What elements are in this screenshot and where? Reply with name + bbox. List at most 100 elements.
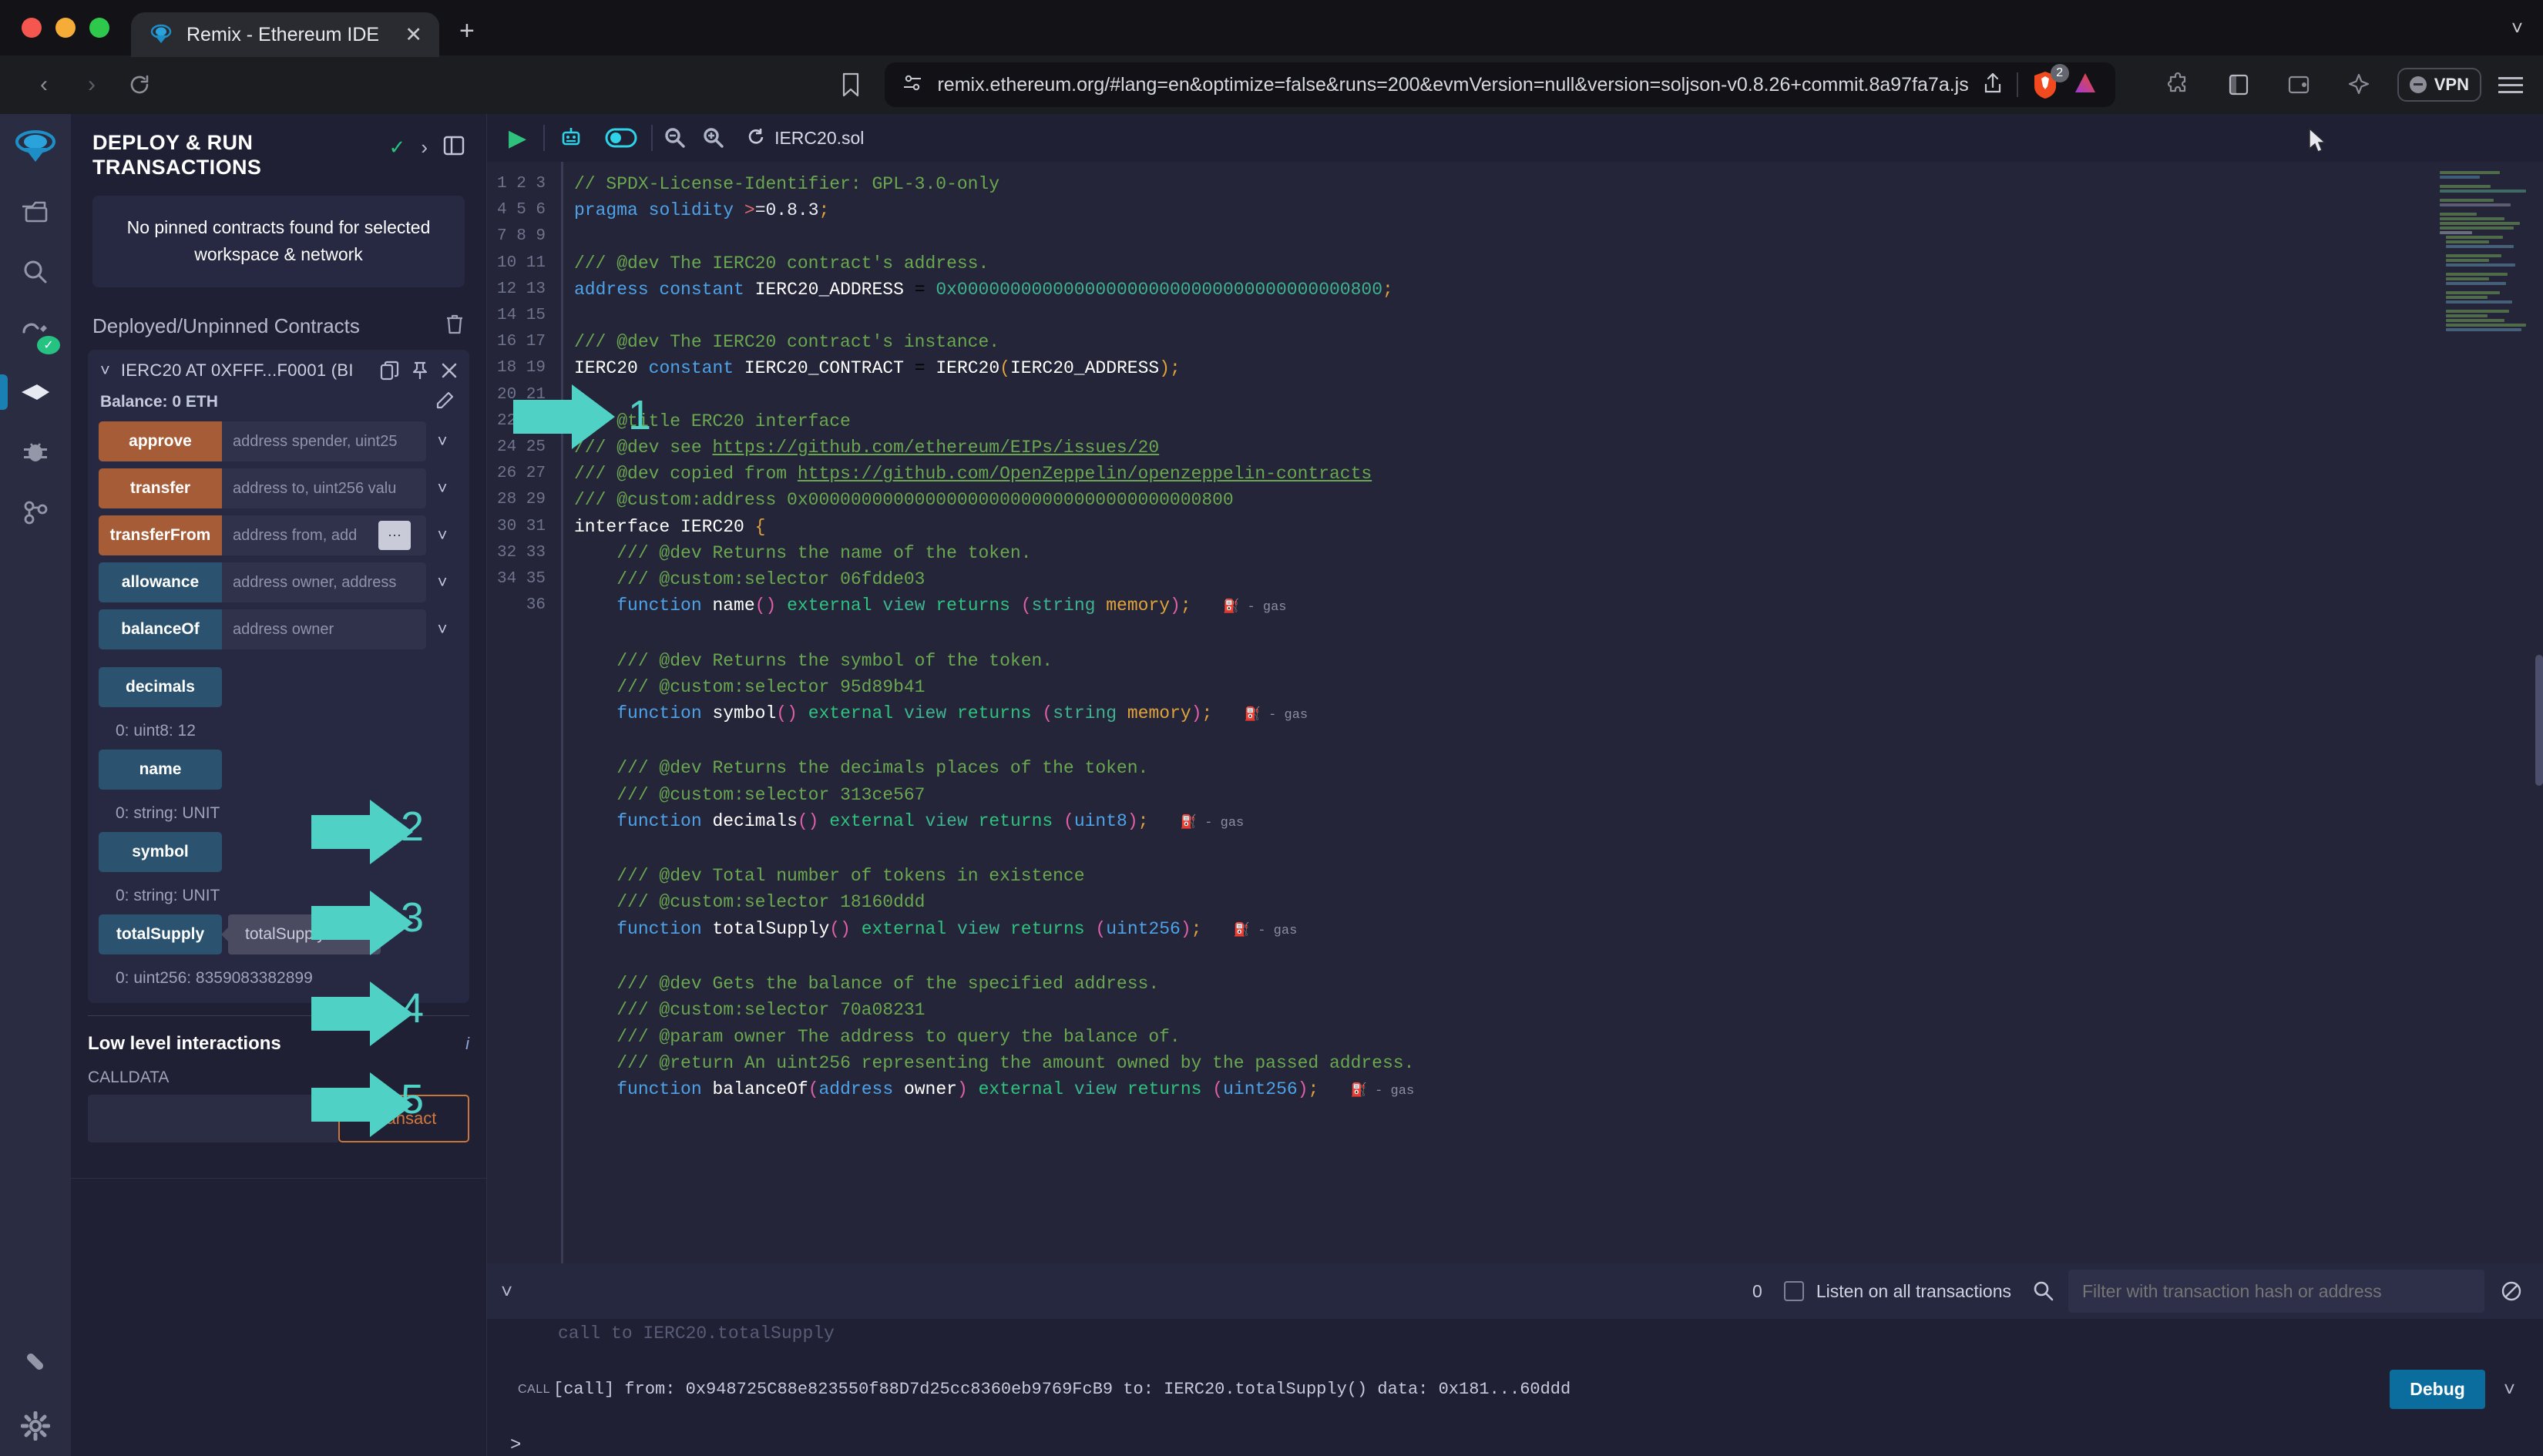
chevron-down-icon[interactable]: ˅	[426, 468, 459, 508]
editor-scrollbar[interactable]	[2535, 655, 2543, 786]
url-text: remix.ethereum.org/#lang=en&optimize=fal…	[937, 73, 1969, 96]
run-script-icon[interactable]: ▶	[504, 125, 540, 152]
listen-all-checkbox[interactable]	[1783, 1281, 1804, 1301]
sidebar-item-deploy-run[interactable]	[0, 362, 71, 422]
remix-logo-icon	[148, 22, 174, 48]
back-button[interactable]: ‹	[20, 61, 68, 109]
zoom-in-icon[interactable]	[694, 126, 733, 149]
sidebar-item-plugin-manager[interactable]	[0, 1336, 71, 1396]
forward-button[interactable]: ›	[68, 61, 116, 109]
allowance-button[interactable]: allowance	[99, 562, 222, 602]
transaction-filter-input[interactable]	[2068, 1270, 2484, 1313]
chevron-down-icon[interactable]: ˅	[426, 562, 459, 602]
sidebar-item-file-explorer[interactable]	[0, 182, 71, 242]
close-contract-icon[interactable]	[440, 361, 459, 380]
balanceof-button[interactable]: balanceOf	[99, 609, 222, 649]
minimize-window-button[interactable]	[55, 18, 76, 38]
browser-tab[interactable]: Remix - Ethereum IDE ✕	[131, 12, 439, 57]
browser-tab-title: Remix - Ethereum IDE	[186, 23, 380, 45]
totalsupply-button[interactable]: totalSupply	[99, 914, 222, 954]
chevron-down-icon[interactable]: ˅	[426, 609, 459, 649]
browser-menu-icon[interactable]	[2498, 76, 2523, 93]
terminal-transaction-row[interactable]: CALL [call] from: 0x948725C88e823550f88D…	[507, 1344, 2523, 1409]
name-button[interactable]: name	[99, 750, 222, 790]
sidebar-item-search[interactable]	[0, 242, 71, 302]
decimals-button[interactable]: decimals	[99, 667, 222, 707]
line-number-gutter: 1 2 3 4 5 6 7 8 9 10 11 12 13 14 15 16 1…	[487, 162, 561, 1263]
maximize-window-button[interactable]	[89, 18, 109, 38]
terminal-prompt[interactable]: >	[507, 1409, 2523, 1456]
brave-shields-icon[interactable]: 2	[2032, 64, 2069, 99]
info-icon[interactable]: i	[465, 1034, 469, 1054]
sidebar-item-settings[interactable]	[0, 1396, 71, 1456]
annotation-number-4: 4	[401, 985, 425, 1032]
approve-button[interactable]: approve	[99, 421, 222, 461]
panel-header-actions: ✓ ›	[389, 131, 465, 159]
code-minimap[interactable]	[2435, 162, 2543, 1263]
listen-all-label: Listen on all transactions	[1816, 1280, 2011, 1301]
address-bar[interactable]: remix.ethereum.org/#lang=en&optimize=fal…	[885, 62, 2115, 107]
chevron-down-icon[interactable]: ˅	[426, 515, 459, 555]
balanceof-input[interactable]: address owner	[222, 609, 426, 649]
debug-button[interactable]: Debug	[2390, 1370, 2485, 1409]
page-title: DEPLOY & RUN TRANSACTIONS	[92, 131, 262, 179]
transferfrom-input[interactable]: address from, add ⋯	[222, 515, 426, 555]
trash-icon[interactable]	[445, 314, 465, 339]
wallet-icon[interactable]	[2277, 63, 2320, 106]
copilot-robot-icon[interactable]	[548, 126, 594, 150]
chevron-right-icon[interactable]: ›	[421, 136, 428, 159]
layout-panel-icon[interactable]	[443, 136, 465, 159]
bookmark-icon[interactable]	[829, 63, 872, 106]
edit-icon[interactable]	[435, 390, 455, 414]
collapse-terminal-icon[interactable]: ˅	[501, 1280, 528, 1303]
allowance-input[interactable]: address owner, address	[222, 562, 426, 602]
leo-ai-icon[interactable]	[2337, 63, 2380, 106]
transfer-input[interactable]: address to, uint256 valu	[222, 468, 426, 508]
annotation-number-2: 2	[401, 803, 425, 850]
reload-button[interactable]	[116, 61, 163, 109]
tabstrip-actions: ˅	[2511, 0, 2543, 55]
contract-header[interactable]: ˅ IERC20 AT 0XFFF...F0001 (BI	[88, 361, 469, 381]
terminal-panel: ˅ 0 Listen on all transactions call to I…	[487, 1263, 2543, 1456]
divider	[651, 125, 653, 151]
zoom-out-icon[interactable]	[656, 126, 694, 149]
remix-app: ✓ DEPLOY & RUN TRANSACTIONS ✓ › No pinne…	[0, 114, 2543, 1456]
symbol-button[interactable]: symbol	[99, 832, 222, 872]
code-content[interactable]: // SPDX-License-Identifier: GPL-3.0-only…	[563, 162, 2543, 1263]
clear-terminal-icon[interactable]	[2484, 1280, 2523, 1303]
close-icon[interactable]: ✕	[405, 24, 422, 45]
sidebar-toggle-icon[interactable]	[2217, 63, 2260, 106]
brave-rewards-icon[interactable]	[2072, 70, 2098, 100]
sync-file-icon[interactable]	[733, 127, 774, 149]
transfer-button[interactable]: transfer	[99, 468, 222, 508]
copy-icon[interactable]	[380, 361, 400, 381]
window-controls[interactable]	[22, 0, 131, 55]
extensions-icon[interactable]	[2157, 63, 2200, 106]
new-tab-button[interactable]: +	[459, 16, 475, 46]
chevron-down-icon[interactable]: ˅	[2511, 16, 2523, 40]
calldata-input[interactable]	[88, 1095, 338, 1142]
terminal-body[interactable]: call to IERC20.totalSupply CALL [call] f…	[487, 1319, 2543, 1456]
pin-icon[interactable]	[411, 361, 429, 381]
chevron-down-icon[interactable]: ˅	[426, 421, 459, 461]
low-level-header: Low level interactions i	[71, 1016, 486, 1055]
site-settings-icon[interactable]	[902, 72, 923, 98]
chevron-down-icon[interactable]: ˅	[2485, 1377, 2523, 1401]
vpn-label: VPN	[2434, 75, 2469, 94]
chevron-down-icon[interactable]: ˅	[100, 361, 110, 381]
search-icon[interactable]	[2011, 1280, 2068, 1302]
code-editor[interactable]: 1 2 3 4 5 6 7 8 9 10 11 12 13 14 15 16 1…	[487, 162, 2543, 1263]
deploy-run-panel: DEPLOY & RUN TRANSACTIONS ✓ › No pinned …	[71, 114, 487, 1456]
transferfrom-placeholder: address from, add	[233, 526, 358, 544]
text-cursor-indicator: ⋯	[378, 521, 411, 550]
sidebar-item-solidity-compiler[interactable]: ✓	[0, 302, 71, 362]
sidebar-item-debugger[interactable]	[0, 422, 71, 482]
approve-input[interactable]: address spender, uint25	[222, 421, 426, 461]
share-icon[interactable]	[1983, 72, 2003, 99]
vpn-button[interactable]: VPN	[2397, 68, 2481, 102]
transferfrom-button[interactable]: transferFrom	[99, 515, 222, 555]
sidebar-item-git[interactable]	[0, 482, 71, 542]
editor-filename: IERC20.sol	[774, 127, 865, 148]
copilot-toggle-icon[interactable]	[594, 127, 648, 149]
close-window-button[interactable]	[22, 18, 42, 38]
